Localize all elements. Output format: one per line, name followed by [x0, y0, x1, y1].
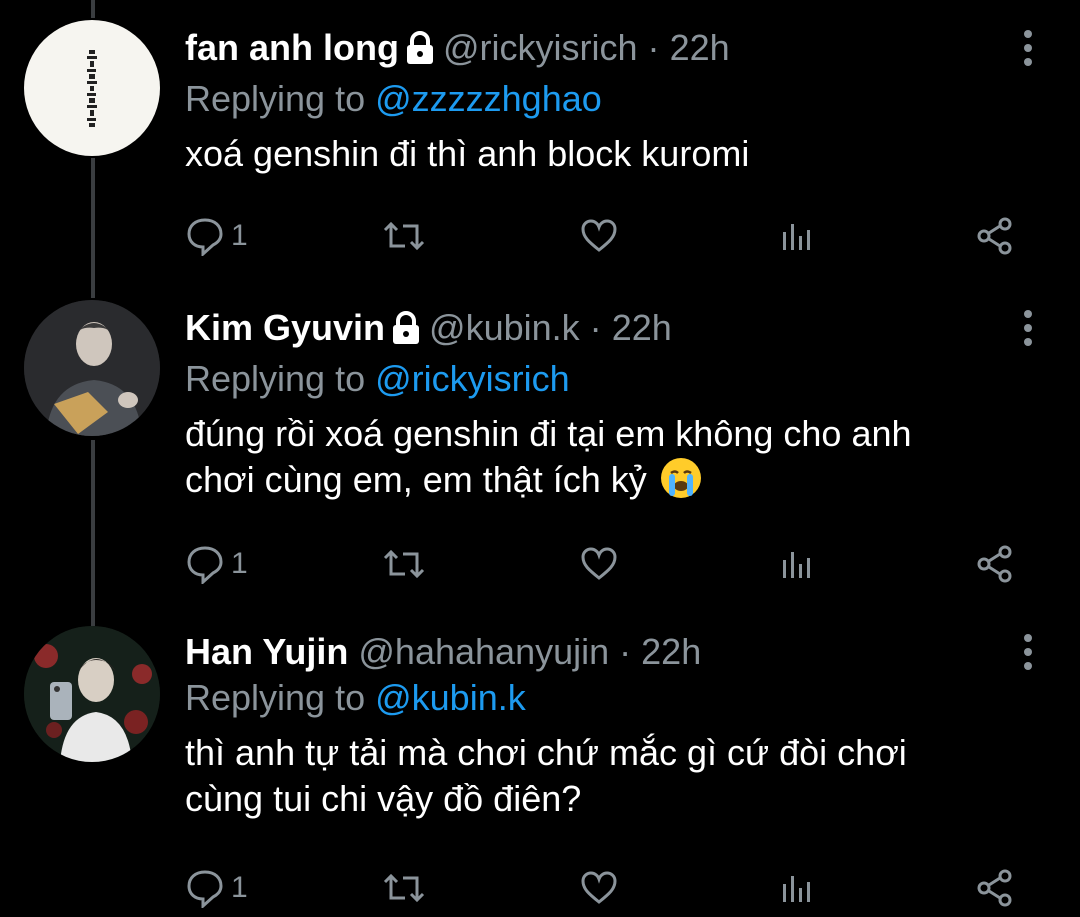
reply-count: 1	[231, 219, 248, 252]
tweet-actions: 1	[185, 866, 1035, 910]
avatar-image	[24, 300, 160, 436]
reply-count: 1	[231, 871, 248, 904]
analytics-icon	[783, 876, 810, 902]
replying-to-link[interactable]: @kubin.k	[375, 677, 526, 718]
avatar[interactable]	[24, 20, 160, 156]
tweet-actions: 1	[185, 214, 1035, 258]
retweet-icon	[383, 549, 425, 579]
replying-to: Replying to @zzzzzhghao	[185, 77, 1020, 121]
share-button[interactable]	[975, 542, 1015, 586]
analytics-button[interactable]	[777, 214, 817, 258]
tweet-text-line-with-emoji: chơi cùng em, em thật ích kỷ	[185, 457, 1020, 503]
tweet-text-line: đúng rồi xoá genshin đi tại em không cho…	[185, 413, 912, 454]
replying-prefix: Replying to	[185, 358, 376, 399]
reply-count: 1	[231, 547, 248, 580]
reply-button[interactable]: 1	[185, 214, 248, 258]
replying-prefix: Replying to	[185, 78, 376, 119]
handle[interactable]: @kubin.k	[429, 307, 580, 348]
retweet-icon	[383, 873, 425, 903]
replying-to: Replying to @rickyisrich	[185, 357, 1020, 401]
tweet-text-line: chơi cùng em, em thật ích kỷ	[185, 459, 647, 500]
share-icon	[977, 217, 1012, 255]
replying-prefix: Replying to	[185, 677, 376, 718]
timestamp[interactable]: 22h	[670, 27, 730, 68]
analytics-icon	[783, 552, 810, 578]
lock-icon	[391, 311, 421, 355]
analytics-button[interactable]	[777, 866, 817, 910]
tweet-header: fan anh long @rickyisrich · 22h	[185, 26, 1020, 75]
replying-to-link[interactable]: @rickyisrich	[375, 358, 570, 399]
more-vertical-icon[interactable]	[1022, 30, 1034, 66]
display-name[interactable]: Han Yujin	[185, 631, 348, 672]
like-button[interactable]	[579, 866, 619, 910]
handle[interactable]: @rickyisrich	[443, 27, 638, 68]
tweet[interactable]: fan anh long @rickyisrich · 22h Replying …	[0, 0, 1080, 280]
retweet-button[interactable]	[381, 214, 427, 258]
separator-dot: ·	[589, 307, 602, 348]
heart-icon	[581, 219, 617, 252]
heart-icon	[581, 547, 617, 580]
tweet-text-line: thì anh tự tải mà chơi chứ mắc gì cứ đòi…	[185, 732, 907, 773]
analytics-button[interactable]	[777, 542, 817, 586]
timestamp[interactable]: 22h	[612, 307, 672, 348]
timestamp[interactable]: 22h	[641, 631, 701, 672]
tweet-text: thì anh tự tải mà chơi chứ mắc gì cứ đòi…	[185, 730, 1020, 822]
share-button[interactable]	[975, 214, 1015, 258]
more-vertical-icon[interactable]	[1022, 310, 1034, 346]
avatar[interactable]	[24, 626, 160, 762]
tweet[interactable]: Han Yujin @hahahanyujin · 22h Replying t…	[0, 600, 1080, 917]
display-name[interactable]: Kim Gyuvin	[185, 307, 385, 348]
handle[interactable]: @hahahanyujin	[358, 631, 609, 672]
separator-dot: ·	[647, 27, 660, 68]
reply-icon	[187, 546, 223, 584]
more-vertical-icon[interactable]	[1022, 634, 1034, 670]
tweet-actions: 1	[185, 542, 1035, 586]
reply-button[interactable]: 1	[185, 866, 248, 910]
tweet-text: xoá genshin đi thì anh block kuromi	[185, 133, 750, 174]
replying-to-link[interactable]: @zzzzzhghao	[375, 78, 602, 119]
avatar[interactable]	[24, 300, 160, 436]
reply-icon	[187, 218, 223, 256]
tweet-header: Kim Gyuvin @kubin.k · 22h	[185, 306, 1020, 355]
lock-icon	[405, 31, 435, 75]
reply-button[interactable]: 1	[185, 542, 248, 586]
tweet-text: đúng rồi xoá genshin đi tại em không cho…	[185, 411, 1020, 503]
share-icon	[977, 545, 1012, 583]
retweet-icon	[383, 221, 425, 251]
like-button[interactable]	[579, 214, 619, 258]
avatar-image	[87, 50, 97, 127]
reply-icon	[187, 870, 223, 908]
share-icon	[977, 869, 1012, 907]
heart-icon	[581, 871, 617, 904]
avatar-image	[24, 626, 160, 762]
retweet-button[interactable]	[381, 866, 427, 910]
analytics-icon	[783, 224, 810, 250]
share-button[interactable]	[975, 866, 1015, 910]
tweet-text-line: cùng tui chi vậy đồ điên?	[185, 778, 582, 819]
replying-to: Replying to @kubin.k	[185, 676, 1020, 720]
crying-face-emoji	[660, 458, 701, 498]
tweet-header: Han Yujin @hahahanyujin · 22h	[185, 630, 1020, 674]
retweet-button[interactable]	[381, 542, 427, 586]
like-button[interactable]	[579, 542, 619, 586]
display-name[interactable]: fan anh long	[185, 27, 399, 68]
separator-dot: ·	[619, 631, 632, 672]
tweet[interactable]: Kim Gyuvin @kubin.k · 22h Replying to @ri…	[0, 280, 1080, 600]
